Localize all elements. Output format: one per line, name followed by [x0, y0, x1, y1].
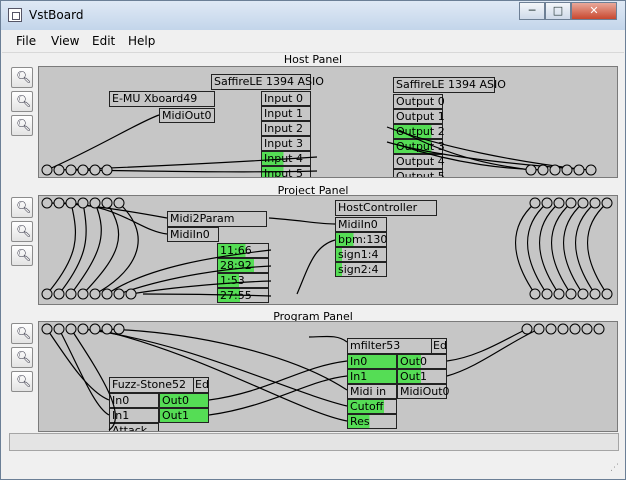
midi2param-value-3[interactable]: 27:55	[217, 288, 269, 303]
hostcontroller-title[interactable]: HostController	[335, 200, 437, 216]
zoom-icon: 🔍︎	[16, 248, 32, 262]
project-zoom-button-1[interactable]: 🔍︎	[11, 197, 33, 218]
hostcontroller-midiin-pin[interactable]: MidiIn0	[335, 217, 387, 232]
host-cables	[41, 114, 597, 176]
saffire-output-1[interactable]: Output 1	[393, 109, 445, 124]
zoom-icon: 🔍︎	[16, 326, 32, 340]
program-zoom-button-2[interactable]: 🔍︎	[11, 347, 33, 368]
saffire-out-title[interactable]: SaffireLE 1394 ASIO	[393, 77, 506, 93]
menu-view[interactable]: View	[51, 34, 79, 48]
saffire-input-5[interactable]: Input 5	[261, 166, 311, 177]
saffire-output-0[interactable]: Output 0	[393, 94, 445, 109]
zoom-icon: 🔍︎	[16, 94, 32, 108]
fuzzstone-attack-pin[interactable]: Attack	[109, 423, 159, 431]
zoom-icon: 🔍︎	[16, 374, 32, 388]
menu-bar: File View Edit Help	[2, 30, 624, 53]
emu-midiout-pin[interactable]: MidiOut0	[159, 108, 215, 123]
fuzzstone-in1-pin[interactable]: In1	[109, 408, 159, 423]
project-zoom-button-3[interactable]: 🔍︎	[11, 245, 33, 266]
menu-edit[interactable]: Edit	[92, 34, 115, 48]
midi2param-value-1[interactable]: 28:92	[217, 258, 269, 273]
zoom-icon: 🔍︎	[16, 118, 32, 132]
program-zoom-button-1[interactable]: 🔍︎	[11, 323, 33, 344]
project-zoom-button-2[interactable]: 🔍︎	[11, 221, 33, 242]
midi2param-title[interactable]: Midi2Param	[167, 211, 267, 227]
mfilter-out0-pin[interactable]: Out0	[397, 354, 447, 369]
fuzzstone-out1-pin[interactable]: Out1	[159, 408, 209, 423]
menu-file[interactable]: File	[16, 34, 36, 48]
menu-help[interactable]: Help	[128, 34, 155, 48]
window-title: VstBoard	[29, 8, 84, 22]
mfilter-res-pin[interactable]: Res	[347, 414, 397, 429]
fuzzstone-editor-button[interactable]: Ed	[193, 377, 209, 393]
hostcontroller-sign1-pin[interactable]: sign1:4	[335, 247, 387, 262]
hostcontroller-sign2-pin[interactable]: sign2:4	[335, 262, 387, 277]
hostcontroller-bpm-pin[interactable]: bpm:130	[335, 232, 387, 247]
midi2param-value-2[interactable]: 1:53	[217, 273, 269, 288]
zoom-icon: 🔍︎	[16, 70, 32, 84]
minimize-button[interactable]: ─	[519, 2, 545, 20]
zoom-icon: 🔍︎	[16, 350, 32, 364]
mfilter-in0-pin[interactable]: In0	[347, 354, 397, 369]
program-zoom-button-3[interactable]: 🔍︎	[11, 371, 33, 392]
saffire-input-1[interactable]: Input 1	[261, 106, 311, 121]
host-zoom-button-2[interactable]: 🔍︎	[11, 91, 33, 112]
saffire-output-4[interactable]: Output 4	[393, 154, 445, 169]
emu-xboard-title[interactable]: E-MU Xboard49	[109, 91, 215, 107]
zoom-icon: 🔍︎	[16, 224, 32, 238]
saffire-input-3[interactable]: Input 3	[261, 136, 311, 151]
midi2param-midiin-pin[interactable]: MidiIn0	[167, 227, 219, 242]
status-bar	[9, 433, 619, 451]
saffire-input-2[interactable]: Input 2	[261, 121, 311, 136]
resize-grip-icon[interactable]: ⋰	[610, 463, 619, 473]
mfilter-midiin-pin[interactable]: Midi in	[347, 384, 397, 399]
mfilter-in1-pin[interactable]: In1	[347, 369, 397, 384]
app-icon	[8, 8, 22, 22]
mfilter-editor-button[interactable]: Ed	[431, 338, 447, 354]
host-panel-label: Host Panel	[283, 53, 343, 66]
mfilter-out1-pin[interactable]: Out1	[397, 369, 447, 384]
saffire-output-3[interactable]: Output 3	[393, 139, 445, 154]
saffire-output-5[interactable]: Output 5	[393, 169, 445, 177]
host-zoom-button-1[interactable]: 🔍︎	[11, 67, 33, 88]
project-panel[interactable]: Midi2Param MidiIn0 11:66 28:92 1:53 27:5…	[38, 195, 618, 305]
title-bar: VstBoard ─ □ ✕	[1, 1, 625, 30]
zoom-icon: 🔍︎	[16, 200, 32, 214]
saffire-input-0[interactable]: Input 0	[261, 91, 311, 106]
application-window: VstBoard ─ □ ✕ File View Edit Help Host …	[0, 0, 626, 480]
program-panel[interactable]: Fuzz-Stone52 Ed In0 In1 Attack Out0 Out1…	[38, 321, 618, 432]
mfilter-cutoff-pin[interactable]: Cutoff	[347, 399, 397, 414]
maximize-button[interactable]: □	[545, 2, 571, 20]
midi2param-value-0[interactable]: 11:66	[217, 243, 269, 258]
host-zoom-button-3[interactable]: 🔍︎	[11, 115, 33, 136]
mfilter-midiout-pin[interactable]: MidiOut0	[397, 384, 450, 399]
fuzzstone-out0-pin[interactable]: Out0	[159, 393, 209, 408]
saffire-output-2[interactable]: Output 2	[393, 124, 445, 139]
project-cables	[41, 197, 613, 300]
close-button[interactable]: ✕	[571, 2, 617, 20]
saffire-in-title[interactable]: SaffireLE 1394 ASIO	[211, 74, 324, 90]
saffire-input-4[interactable]: Input 4	[261, 151, 311, 166]
fuzzstone-in0-pin[interactable]: In0	[109, 393, 159, 408]
host-panel[interactable]: E-MU Xboard49 MidiOut0 SaffireLE 1394 AS…	[38, 66, 618, 178]
